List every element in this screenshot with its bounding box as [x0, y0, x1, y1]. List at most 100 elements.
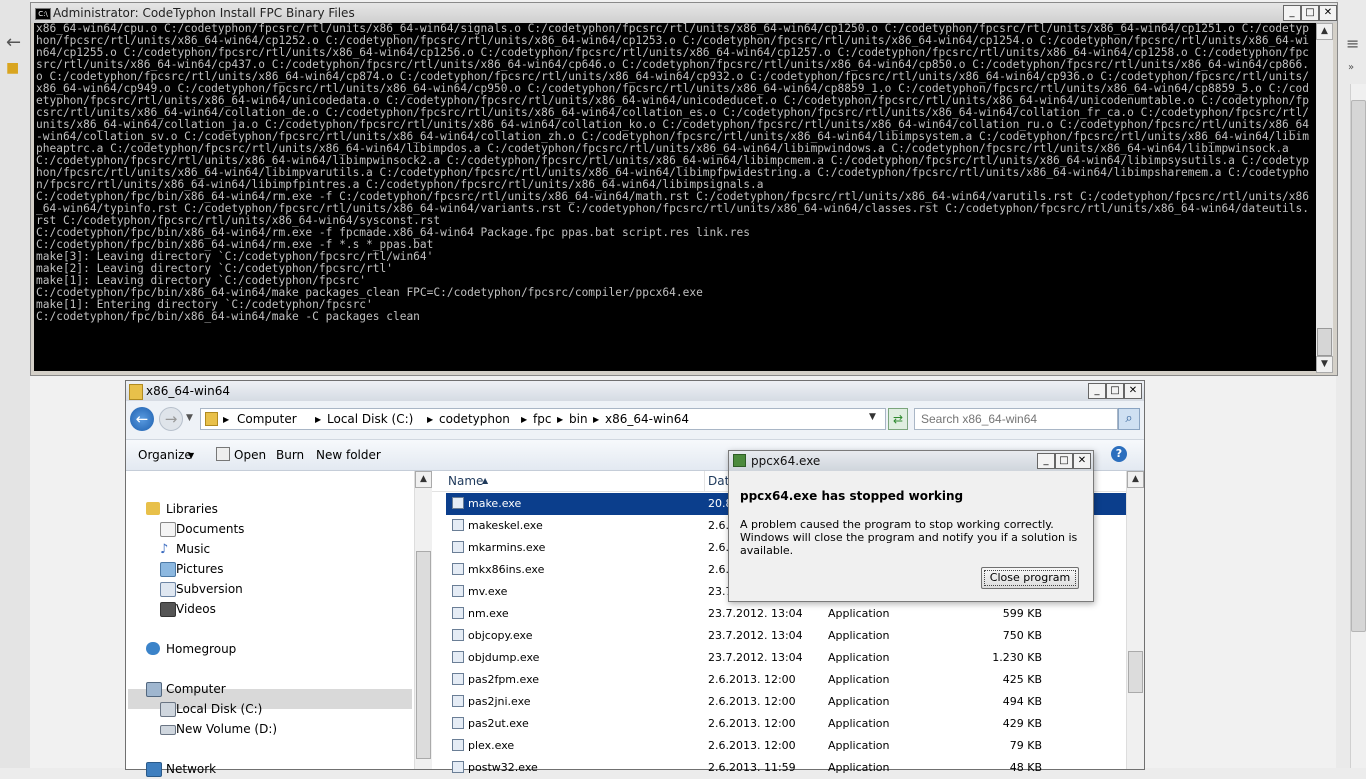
folder-icon	[205, 412, 218, 426]
scroll-down-icon[interactable]: ▼	[1316, 356, 1333, 373]
chevron-down-icon[interactable]: ▼	[188, 451, 194, 460]
explorer-titlebar[interactable]: x86_64-win64 _ □ ✕	[126, 381, 1144, 401]
open-button[interactable]: Open	[234, 448, 266, 462]
search-icon[interactable]: ⌕	[1118, 408, 1140, 430]
file-scroll-thumb[interactable]	[1128, 651, 1143, 693]
column-divider[interactable]	[704, 471, 705, 491]
new-folder-button[interactable]: New folder	[316, 448, 381, 462]
nav-item-computer[interactable]: Computer	[166, 682, 226, 696]
nav-item-videos[interactable]: Videos	[176, 602, 216, 616]
address-bar[interactable]: ▶ Computer ▶ Local Disk (C:) ▶ codetypho…	[200, 408, 886, 430]
nav-item-music[interactable]: Music	[176, 542, 210, 556]
nav-item-homegroup[interactable]: Homegroup	[166, 642, 236, 656]
subversion-icon	[160, 582, 176, 597]
refresh-button[interactable]: ⇄	[888, 408, 908, 430]
minimize-button[interactable]: _	[1088, 383, 1106, 399]
breadcrumb-codetyphon[interactable]: codetyphon	[439, 412, 510, 426]
videos-icon	[160, 602, 176, 617]
close-button[interactable]: ✕	[1124, 383, 1142, 399]
application-icon	[452, 541, 464, 553]
nav-item-libraries[interactable]: Libraries	[166, 502, 218, 516]
browser-left-strip: ← ■	[0, 0, 30, 768]
file-type: Application	[828, 651, 890, 664]
music-icon: ♪	[160, 542, 169, 557]
file-name: makeskel.exe	[468, 519, 543, 532]
application-icon	[452, 761, 464, 773]
back-arrow-icon[interactable]: ←	[6, 32, 21, 53]
close-program-button[interactable]: Close program	[981, 567, 1079, 589]
file-date: 23.7.2012. 13:04	[708, 651, 803, 664]
dialog-titlebar[interactable]: ppcx64.exe _ □ ✕	[729, 451, 1093, 471]
burn-button[interactable]: Burn	[276, 448, 304, 462]
file-scrollbar[interactable]: ▲	[1126, 471, 1144, 769]
table-row[interactable]: pas2ut.exe 2.6.2013. 12:00 Application 429 …	[446, 713, 1126, 735]
nav-scroll-thumb[interactable]	[416, 551, 431, 759]
nav-item-documents[interactable]: Documents	[176, 522, 244, 536]
console-output[interactable]: x86_64-win64/cpu.o C:/codetyphon/fpcsrc/…	[34, 23, 1316, 371]
console-scroll-thumb[interactable]	[1317, 328, 1332, 356]
address-dropdown-icon[interactable]: ▼	[869, 412, 876, 422]
maximize-button[interactable]: □	[1106, 383, 1124, 399]
table-row[interactable]: postw32.exe 2.6.2013. 11:59 Application 48 …	[446, 757, 1126, 779]
minimize-button[interactable]: _	[1283, 5, 1301, 21]
application-icon	[452, 607, 464, 619]
minimize-button[interactable]: _	[1037, 453, 1055, 469]
maximize-button[interactable]: □	[1301, 5, 1319, 21]
chevron-right-icon[interactable]: »	[1348, 62, 1354, 73]
breadcrumb-bin[interactable]: bin	[569, 412, 588, 426]
history-dropdown-icon[interactable]: ▼	[186, 413, 193, 423]
browser-scroll-thumb[interactable]	[1351, 100, 1366, 632]
organize-button[interactable]: Organize	[138, 448, 192, 462]
breadcrumb-x86-64-win64[interactable]: x86_64-win64	[605, 412, 689, 426]
back-button[interactable]: ←	[130, 407, 154, 431]
table-row[interactable]: pas2jni.exe 2.6.2013. 12:00 Application 494…	[446, 691, 1126, 713]
breadcrumb-computer[interactable]: Computer	[237, 412, 297, 426]
scroll-up-icon[interactable]: ▲	[1127, 471, 1144, 488]
folder-icon	[129, 384, 143, 400]
documents-icon	[160, 522, 176, 537]
table-row[interactable]: nm.exe 23.7.2012. 13:04 Application 599 KB	[446, 603, 1126, 625]
maximize-button[interactable]: □	[1055, 453, 1073, 469]
close-button[interactable]: ✕	[1319, 5, 1337, 21]
file-size: 599 KB	[1002, 607, 1042, 620]
console-titlebar[interactable]: C:\ Administrator: CodeTyphon Install FP…	[31, 3, 1337, 23]
column-name[interactable]: Name	[448, 474, 483, 488]
file-date: 2.6.2013. 12:00	[708, 717, 796, 730]
chevron-down-icon[interactable]: ▶	[223, 415, 229, 424]
console-scrollbar[interactable]: ▲ ▼	[1316, 23, 1333, 373]
chevron-right-icon[interactable]: ▶	[557, 415, 563, 424]
nav-item-local-disk[interactable]: Local Disk (C:)	[176, 702, 262, 716]
file-date: 2.6.2013. 12:00	[708, 673, 796, 686]
chevron-right-icon[interactable]: ▶	[427, 415, 433, 424]
nav-item-pictures[interactable]: Pictures	[176, 562, 224, 576]
table-row[interactable]: plex.exe 2.6.2013. 12:00 Application 79 KB	[446, 735, 1126, 757]
breadcrumb-fpc[interactable]: fpc	[533, 412, 551, 426]
nav-item-new-volume[interactable]: New Volume (D:)	[176, 722, 277, 736]
chevron-right-icon[interactable]: ▶	[521, 415, 527, 424]
file-name: mkarmins.exe	[468, 541, 546, 554]
table-row[interactable]: objdump.exe 23.7.2012. 13:04 Application 1.…	[446, 647, 1126, 669]
close-button[interactable]: ✕	[1073, 453, 1091, 469]
menu-icon[interactable]: ≡	[1346, 34, 1359, 53]
table-row[interactable]: objcopy.exe 23.7.2012. 13:04 Application 75…	[446, 625, 1126, 647]
computer-icon	[146, 682, 162, 697]
nav-item-subversion[interactable]: Subversion	[176, 582, 243, 596]
breadcrumb-local-disk[interactable]: Local Disk (C:)	[327, 412, 413, 426]
nav-scrollbar[interactable]: ▲	[414, 471, 432, 769]
chevron-right-icon[interactable]: ▶	[593, 415, 599, 424]
file-size: 494 KB	[1002, 695, 1042, 708]
nav-item-network[interactable]: Network	[166, 762, 216, 776]
file-name: mkx86ins.exe	[468, 563, 545, 576]
scroll-up-icon[interactable]: ▲	[415, 471, 432, 488]
file-name: objdump.exe	[468, 651, 540, 664]
application-icon	[452, 497, 464, 509]
folder-icon[interactable]: ■	[6, 60, 19, 76]
help-icon[interactable]: ?	[1111, 446, 1127, 462]
chevron-right-icon[interactable]: ▶	[315, 415, 321, 424]
scroll-up-icon[interactable]: ▲	[1316, 23, 1333, 40]
console-text: x86_64-win64/cpu.o C:/codetyphon/fpcsrc/…	[36, 23, 1309, 323]
search-input[interactable]	[914, 408, 1118, 430]
table-row[interactable]: pas2fpm.exe 2.6.2013. 12:00 Application 425…	[446, 669, 1126, 691]
forward-button[interactable]: →	[159, 407, 183, 431]
file-date: 2.6.	[708, 541, 729, 554]
